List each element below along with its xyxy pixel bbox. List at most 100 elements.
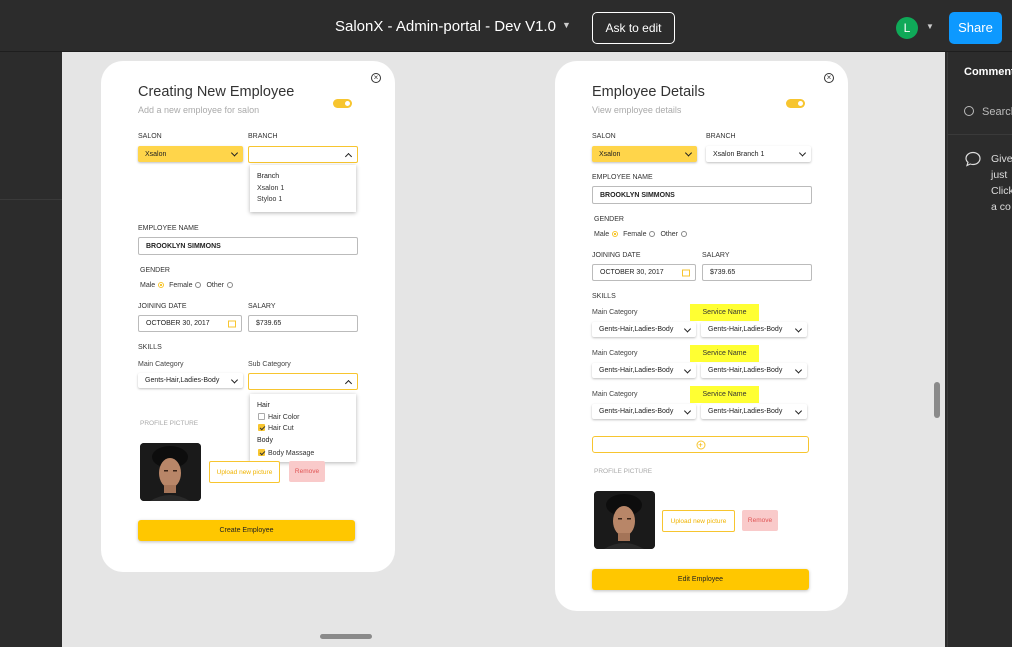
salon-label: SALON [138,133,162,140]
sub-option-hair-color[interactable]: Hair Color [258,413,300,421]
checkbox[interactable] [258,413,265,420]
edit-employee-button[interactable]: Edit Employee [592,569,809,590]
gender-radio-female[interactable] [649,231,656,237]
design-canvas[interactable]: Creating New Employee Add a new employee… [62,52,945,647]
employee-name-label: EMPLOYEE NAME [592,174,653,181]
main-category-select[interactable]: Gents-Hair,Ladies-Body [138,373,243,388]
employee-details-card: Employee Details View employee details ×… [555,61,848,611]
chevron-down-icon [683,406,692,415]
salary-input[interactable]: $739.65 [702,264,812,281]
close-icon[interactable]: × [371,73,381,83]
service-select[interactable]: Gents-Hair,Ladies-Body [701,363,807,378]
plus-circle-icon: + [696,440,705,449]
profile-photo [594,491,655,549]
main-category-select[interactable]: Gents-Hair,Ladies-Body [592,404,696,419]
sub-option-label: Body Massage [268,450,315,457]
share-button[interactable]: Share [949,12,1002,44]
service-name-highlight: Service Name [690,386,759,403]
joining-date-value: OCTOBER 30, 2017 [146,320,210,327]
upload-picture-button[interactable]: Upload new picture [209,461,280,483]
main-category-select[interactable]: Gents-Hair,Ladies-Body [592,363,696,378]
salon-select[interactable]: Xsalon [138,146,243,162]
branch-select[interactable] [248,146,358,163]
service-select[interactable]: Gents-Hair,Ladies-Body [701,322,807,337]
add-skill-button[interactable]: + [592,436,809,453]
chevron-down-icon [683,365,692,374]
sub-option-body-massage[interactable]: Body Massage [258,449,314,457]
status-toggle[interactable] [333,99,352,108]
main-category-label: Main Category [592,350,638,357]
sub-category-label: Sub Category [248,361,291,368]
calendar-icon[interactable] [228,320,236,327]
branch-option[interactable]: Xsalon 1 [257,185,284,192]
salon-select-value: Xsalon [599,150,621,158]
gender-radio-other[interactable] [680,231,687,237]
gender-radio-other[interactable] [226,282,233,288]
vertical-scrollbar[interactable] [934,382,940,418]
status-toggle[interactable] [786,99,805,108]
comment-bubble-icon [965,151,981,167]
branch-label: BRANCH [248,133,278,140]
ask-to-edit-button[interactable]: Ask to edit [592,12,675,44]
main-category-select[interactable]: Gents-Hair,Ladies-Body [592,322,696,337]
gender-option-male: Male [594,231,610,238]
create-employee-card: Creating New Employee Add a new employee… [101,61,395,572]
sub-category-select[interactable] [248,373,358,390]
chevron-down-icon [684,149,693,157]
employee-name-value: BROOKLYN SIMMONS [600,191,675,199]
skills-label: SKILLS [592,293,616,300]
upload-picture-button[interactable]: Upload new picture [662,510,735,532]
gender-option-other: Other [660,231,678,238]
service-name-highlight: Service Name [690,304,759,321]
employee-name-label: EMPLOYEE NAME [138,225,199,232]
gender-radio-female[interactable] [195,282,202,288]
salary-input[interactable]: $739.65 [248,315,358,332]
chevron-down-icon [794,324,803,333]
create-employee-button[interactable]: Create Employee [138,520,355,541]
service-select[interactable]: Gents-Hair,Ladies-Body [701,404,807,419]
branch-select[interactable]: Xsalon Branch 1 [706,146,811,162]
gender-radio-group: Male Female Other [594,231,690,238]
salon-select[interactable]: Xsalon [592,146,697,162]
comments-search[interactable]: Search [964,106,1012,118]
gender-radio-male[interactable] [612,231,619,237]
calendar-icon[interactable] [682,269,690,276]
salon-select-value: Xsalon [145,150,167,158]
chevron-down-icon[interactable]: ▼ [926,22,934,31]
main-category-value: Gents-Hair,Ladies-Body [599,408,674,415]
chevron-down-icon [230,375,239,384]
remove-picture-button[interactable]: Remove [289,461,325,482]
service-value: Gents-Hair,Ladies-Body [708,408,783,415]
chevron-down-icon[interactable]: ▼ [562,20,571,30]
employee-name-input[interactable]: BROOKLYN SIMMONS [592,186,812,204]
gender-option-female: Female [169,282,193,289]
avatar[interactable]: L [896,17,918,39]
sub-option-hair-cut[interactable]: Hair Cut [258,424,294,432]
branch-option[interactable]: Styloo 1 [257,196,282,203]
joining-date-input[interactable]: OCTOBER 30, 2017 [592,264,696,281]
horizontal-scrollbar[interactable] [320,634,372,639]
sub-group-hair: Hair [257,402,270,409]
chevron-up-icon [344,379,353,387]
close-icon[interactable]: × [824,73,834,83]
employee-name-value: BROOKLYN SIMMONS [146,242,221,250]
file-title[interactable]: SalonX - Admin-portal - Dev V1.0 [335,18,556,35]
gender-option-male: Male [140,282,156,289]
joining-date-label: JOINING DATE [138,303,187,310]
gender-radio-male[interactable] [158,282,165,288]
employee-name-input[interactable]: BROOKLYN SIMMONS [138,237,358,255]
checkbox[interactable] [258,424,265,431]
joining-date-input[interactable]: OCTOBER 30, 2017 [138,315,242,332]
salon-label: SALON [592,133,616,140]
joining-date-value: OCTOBER 30, 2017 [600,269,664,276]
top-bar: SalonX - Admin-portal - Dev V1.0 ▼ Ask t… [0,0,1012,52]
comments-panel: Comments Search Give just Click a co [947,52,1012,647]
checkbox[interactable] [258,449,265,456]
hint-line: Give [991,153,1012,165]
main-category-value: Gents-Hair,Ladies-Body [599,367,674,374]
branch-select-value: Xsalon Branch 1 [713,150,765,158]
remove-picture-button[interactable]: Remove [742,510,778,531]
main-category-label: Main Category [138,361,184,368]
service-name-highlight: Service Name [690,345,759,362]
page-title: Employee Details [592,84,705,100]
